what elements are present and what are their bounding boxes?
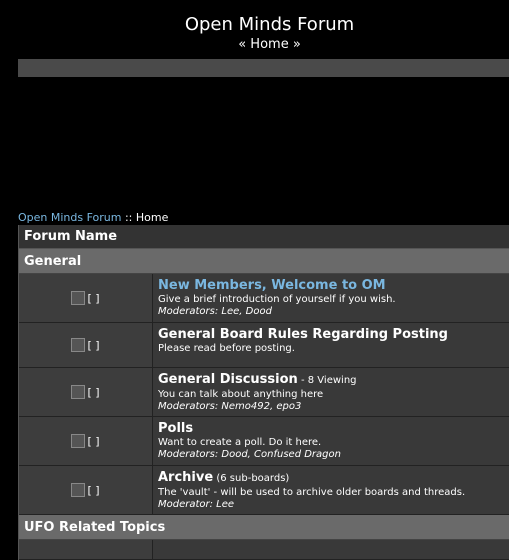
forum-info: New Members, Welcome to OM Give a brief … [153, 274, 509, 322]
category-ufo[interactable]: UFO Related Topics [19, 515, 509, 540]
forum-title-link[interactable]: New Members, Welcome to OM [158, 278, 505, 294]
forum-status-icon-cell [19, 540, 153, 559]
icon-alt-text: [ ] [87, 291, 100, 305]
forum-info: General Discussion - 8 Viewing You can t… [153, 368, 509, 416]
icon-alt-text: [ ] [87, 434, 100, 448]
forum-info: Archive (6 sub-boards) The 'vault' - wil… [153, 466, 509, 514]
broken-image-icon [71, 434, 86, 448]
forum-status-icon-cell: [ ] [19, 368, 153, 416]
icon-alt-text: [ ] [87, 483, 100, 497]
forum-row: [ ] General Discussion - 8 Viewing You c… [19, 368, 509, 417]
broken-image-icon [71, 291, 86, 305]
forum-title-link[interactable]: General Discussion [158, 372, 298, 387]
forum-status-icon-cell: [ ] [19, 323, 153, 367]
icon-alt-text: [ ] [87, 385, 100, 399]
forum-description: The 'vault' - will be used to archive ol… [158, 487, 466, 498]
forum-info [153, 540, 509, 559]
forum-row [19, 540, 509, 560]
forum-row: [ ] Polls Want to create a poll. Do it h… [19, 417, 509, 466]
forum-status-icon-cell: [ ] [19, 274, 153, 322]
forum-subboard-count: (6 sub-boards) [213, 473, 290, 484]
forum-status-icon-cell: [ ] [19, 417, 153, 465]
category-general[interactable]: General [19, 249, 509, 274]
breadcrumb-forum-link[interactable]: Open Minds Forum [18, 211, 121, 224]
forum-title-line: General Discussion - 8 Viewing [158, 372, 505, 389]
forum-table: Forum Name General [ ] New Members, Welc… [18, 225, 509, 560]
breadcrumb-current: Home [135, 211, 169, 224]
forum-info: Polls Want to create a poll. Do it here.… [153, 417, 509, 465]
forum-title-line: Archive (6 sub-boards) [158, 470, 505, 487]
breadcrumb: Open Minds Forum :: Home [18, 211, 168, 225]
site-title: Open Minds Forum [184, 14, 355, 35]
forum-description: Give a brief introduction of yourself if… [158, 294, 396, 305]
forum-moderators: Moderators: Lee, Dood [158, 306, 272, 317]
forum-title-link[interactable]: General Board Rules Regarding Posting [158, 327, 505, 343]
forum-viewing-count: - 8 Viewing [297, 375, 357, 386]
table-header: Forum Name [19, 225, 509, 249]
forum-moderators: Moderators: Dood, Confused Dragon [158, 449, 341, 460]
broken-image-icon [71, 338, 86, 352]
forum-title-link[interactable]: Polls [158, 421, 505, 437]
forum-row: [ ] Archive (6 sub-boards) The 'vault' -… [19, 466, 509, 515]
icon-alt-text: [ ] [87, 338, 100, 352]
forum-status-icon-cell: [ ] [19, 466, 153, 514]
forum-info: General Board Rules Regarding Posting Pl… [153, 323, 509, 367]
forum-row: [ ] General Board Rules Regarding Postin… [19, 323, 509, 368]
forum-row: [ ] New Members, Welcome to OM Give a br… [19, 274, 509, 323]
forum-moderators: Moderators: Nemo492, epo3 [158, 401, 302, 412]
broken-image-icon [71, 483, 86, 497]
forum-description: Please read before posting. [158, 343, 295, 354]
forum-description: Want to create a poll. Do it here. [158, 437, 322, 448]
forum-moderators: Moderator: Lee [158, 499, 235, 510]
breadcrumb-separator: :: [121, 211, 136, 224]
top-bar [18, 59, 509, 77]
forum-description: You can talk about anything here [158, 389, 324, 400]
home-link[interactable]: « Home » [0, 37, 509, 53]
forum-title-link[interactable]: Archive [158, 470, 213, 485]
broken-image-icon [71, 385, 86, 399]
